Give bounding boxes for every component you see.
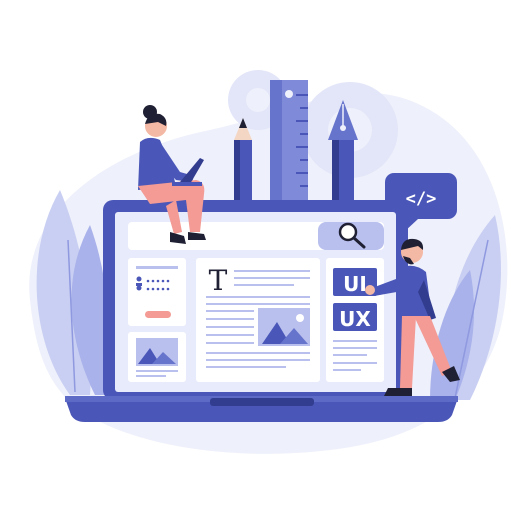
- image-card: [128, 332, 186, 382]
- code-label: </>: [406, 189, 437, 209]
- ruler-icon: [270, 80, 308, 202]
- web-design-illustration: </> T UI UX: [0, 0, 523, 523]
- article-card: T: [196, 258, 320, 382]
- illustration-canvas: </> T UI UX: [29, 70, 508, 454]
- login-card: [128, 258, 186, 326]
- ux-label: UX: [339, 307, 371, 331]
- ui-ux-card: UI UX: [326, 258, 384, 382]
- text-icon: T: [209, 264, 228, 297]
- user-icon: [136, 276, 142, 291]
- ui-label: UI: [343, 272, 367, 296]
